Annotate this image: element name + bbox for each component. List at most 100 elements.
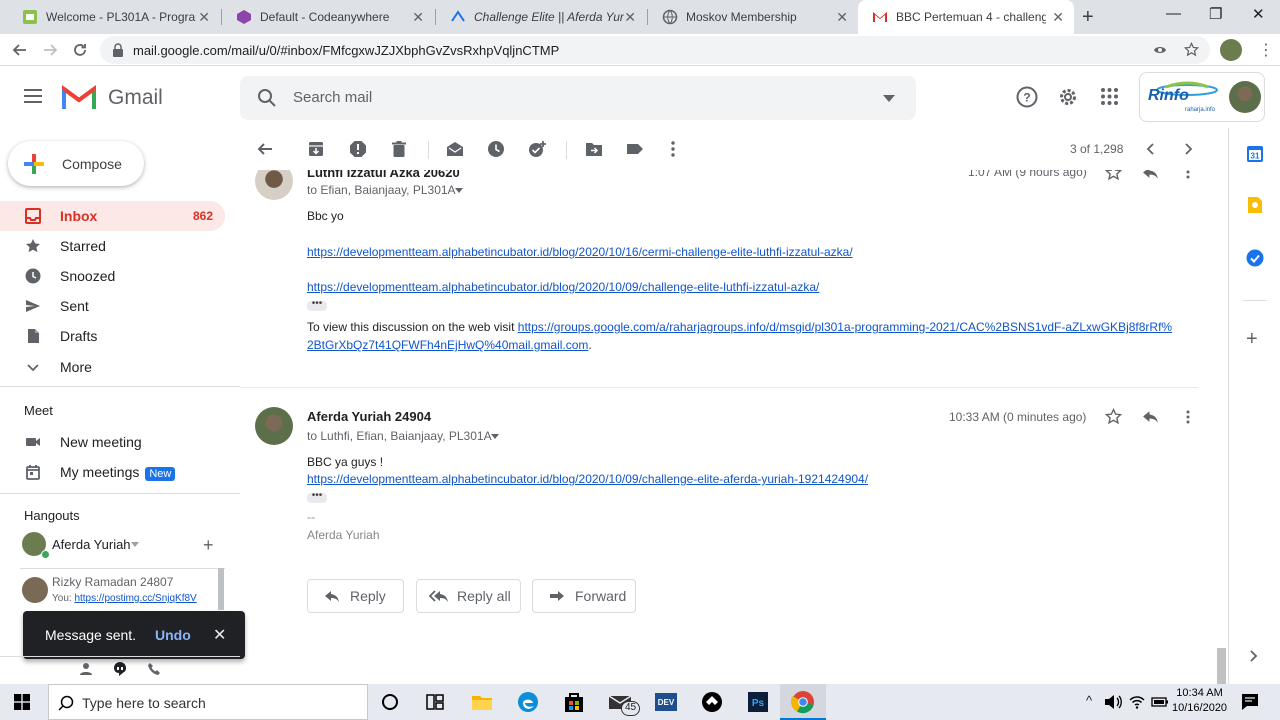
back-to-inbox-icon[interactable] [256,140,274,158]
search-icon[interactable] [257,88,277,108]
reply-arrow-icon[interactable] [1142,408,1159,425]
forward-button[interactable]: Forward [532,579,636,613]
edge-browser-icon[interactable] [516,690,540,714]
google-calendar-icon[interactable]: 31 [1246,145,1264,163]
chrome-taskbar-button[interactable] [780,684,826,720]
show-trimmed-content-button[interactable]: ••• [307,299,327,311]
status-dropdown-icon[interactable] [131,542,139,547]
get-addons-plus-icon[interactable]: + [1246,328,1258,351]
move-to-folder-icon[interactable] [585,140,603,158]
thread-scrollbar[interactable] [1217,648,1226,684]
contacts-person-icon[interactable] [79,662,93,676]
search-bar[interactable]: Search mail [240,76,916,120]
sidebar-item-starred[interactable]: Starred [0,231,225,261]
cortana-icon[interactable] [378,690,402,714]
forward-arrow-icon[interactable] [42,42,58,58]
inkscape-icon[interactable] [700,690,724,714]
browser-tab-codeanywhere[interactable]: Default - Codeanywhere ✕ [222,0,434,34]
close-window-icon[interactable]: ✕ [1252,5,1265,23]
account-switcher[interactable]: Rinfo raharja.info [1139,72,1265,122]
snooze-clock-icon[interactable] [487,140,505,158]
main-menu-icon[interactable] [24,89,42,103]
taskbar-search-box[interactable]: Type here to search [48,684,368,720]
message-more-icon[interactable] [1180,409,1196,425]
sidebar-item-snoozed[interactable]: Snoozed [0,261,225,291]
account-avatar[interactable] [1229,81,1261,113]
gmail-logo-icon[interactable] [62,84,96,110]
action-center-notification-icon[interactable] [1241,693,1259,711]
discussion-link[interactable]: 2BtGrXbQz7t41QFWFh4nEjHwQ%40mail.gmail.c… [307,338,588,352]
new-meeting-link[interactable]: New meeting [0,427,225,457]
recipients-summary[interactable]: to Luthfi, Efian, Baianjaay, PL301A [307,429,492,443]
microsoft-store-icon[interactable] [562,690,586,714]
battery-icon[interactable] [1151,695,1169,709]
file-explorer-icon[interactable] [470,690,494,714]
sidebar-item-sent[interactable]: Sent [0,291,225,321]
taskbar-clock[interactable]: 10:34 AM 10/16/2020 [1172,686,1227,716]
show-side-panel-chevron-icon[interactable] [1249,649,1259,663]
help-icon[interactable]: ? [1016,86,1038,108]
sidebar-item-drafts[interactable]: Drafts [0,321,225,351]
contact-last-message-link[interactable]: https://postimg.cc/SnjqKf8V [74,593,196,604]
undo-button[interactable]: Undo [155,627,191,643]
hangouts-user-row[interactable]: Aferda Yuriah + [0,530,240,560]
volume-icon[interactable] [1104,694,1122,710]
new-conversation-plus-icon[interactable]: + [203,535,214,556]
sender-name[interactable]: Aferda Yuriah 24904 [307,409,431,424]
google-tasks-icon[interactable] [1246,249,1264,267]
browser-tab-welcome[interactable]: Welcome - PL301A - Programm ✕ [8,0,220,34]
photoshop-icon[interactable]: Ps [746,690,770,714]
star-message-icon[interactable] [1105,170,1122,181]
sidebar-item-inbox[interactable]: Inbox 862 [0,201,225,231]
report-spam-icon[interactable] [349,140,367,158]
my-meetings-link[interactable]: My meetings New [0,457,225,487]
label-tag-icon[interactable] [626,140,644,158]
search-options-dropdown-icon[interactable] [883,95,895,102]
show-details-dropdown-icon[interactable] [491,434,499,439]
discussion-link[interactable]: https://groups.google.com/a/raharjagroup… [518,320,1172,334]
taskbar-search-input[interactable]: Type here to search [82,695,206,711]
recipients-summary[interactable]: to Efian, Baianjaay, PL301A [307,183,456,197]
reload-icon[interactable] [72,42,88,58]
extension-eye-icon[interactable] [1153,43,1167,57]
reply-arrow-icon[interactable] [1142,170,1159,181]
star-message-icon[interactable] [1105,408,1122,425]
close-tab-icon[interactable]: ✕ [624,9,636,26]
new-tab-button[interactable]: + [1082,6,1094,29]
sender-name[interactable]: Luthfi Izzatul Azka 20620 [307,170,460,180]
sidebar-item-more[interactable]: More [0,352,225,382]
close-tab-icon[interactable]: ✕ [1052,9,1064,26]
google-keep-icon[interactable] [1247,196,1263,214]
more-options-vertical-icon[interactable] [664,140,682,158]
dev-cpp-icon[interactable]: DEV [654,690,678,714]
browser-tab-gmail[interactable]: BBC Pertemuan 4 - challenge e ✕ [858,0,1074,34]
blog-link[interactable]: https://developmentteam.alphabetincubato… [307,245,853,259]
close-toast-icon[interactable]: ✕ [213,625,226,645]
phone-icon[interactable] [147,662,161,676]
browser-menu-icon[interactable]: ⋮ [1258,40,1274,60]
sender-avatar[interactable] [255,407,293,445]
windows-start-icon[interactable] [14,694,30,710]
browser-tab-moskov[interactable]: Moskov Membership ✕ [648,0,858,34]
sender-avatar[interactable] [255,170,293,200]
hangouts-scrollbar[interactable] [218,568,224,610]
show-hidden-icons-chevron[interactable]: ^ [1086,693,1092,708]
delete-trash-icon[interactable] [390,140,408,158]
maximize-icon[interactable]: ❐ [1209,5,1222,23]
show-trimmed-content-button[interactable]: ••• [307,491,327,503]
add-to-tasks-icon[interactable] [528,140,546,158]
reply-button[interactable]: Reply [307,579,404,613]
hangouts-chat-icon[interactable] [112,661,128,677]
show-details-dropdown-icon[interactable] [455,188,463,193]
address-bar[interactable]: mail.google.com/mail/u/0/#inbox/FMfcgxwJ… [100,36,1210,64]
mark-as-unread-icon[interactable] [446,140,464,158]
newer-chevron-left-icon[interactable] [1144,142,1158,156]
star-bookmark-icon[interactable] [1184,42,1199,57]
settings-gear-icon[interactable] [1057,86,1079,108]
older-chevron-right-icon[interactable] [1181,142,1195,156]
browser-profile-avatar[interactable] [1220,39,1242,61]
archive-icon[interactable] [307,140,325,158]
reply-all-button[interactable]: Reply all [416,579,521,613]
task-view-icon[interactable] [423,690,447,714]
minimize-icon[interactable]: — [1166,5,1181,22]
